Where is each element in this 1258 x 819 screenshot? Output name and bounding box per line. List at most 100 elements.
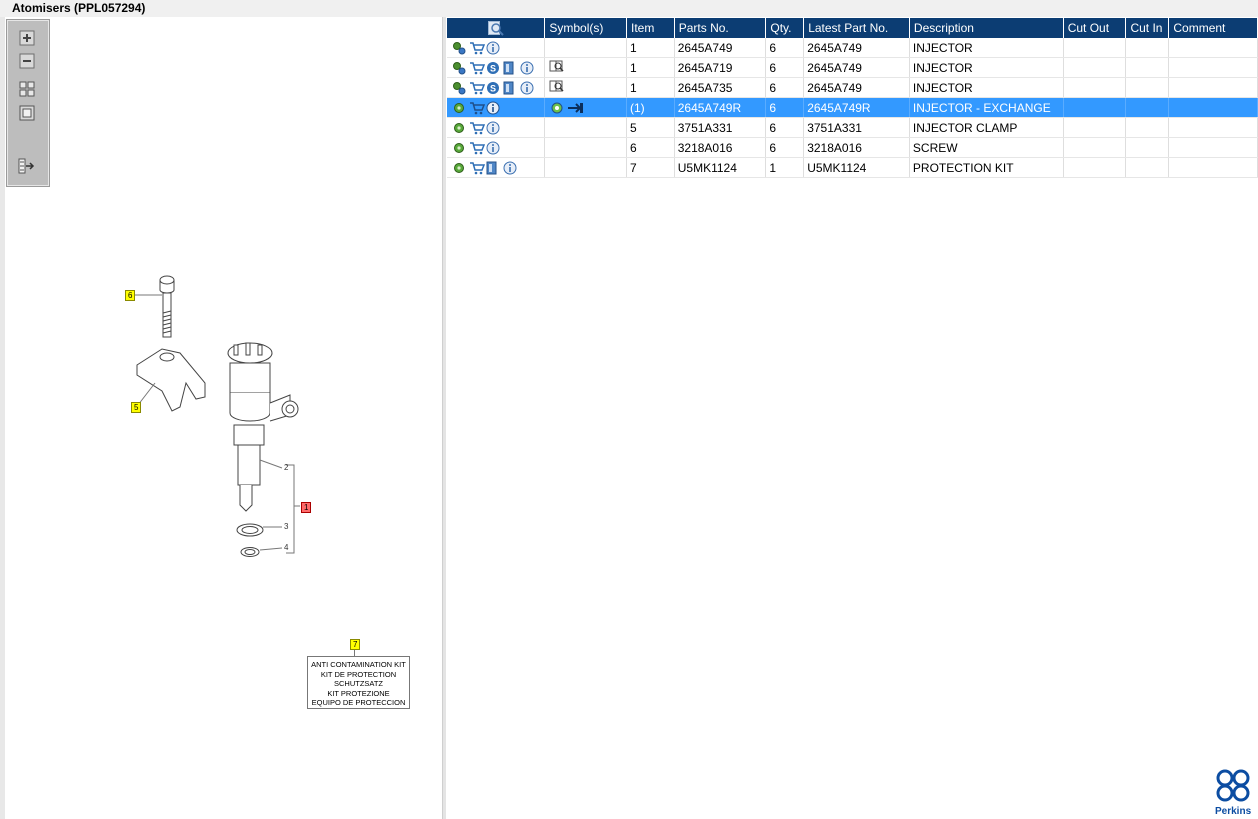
cell-qty: 6 <box>765 117 805 138</box>
header-search[interactable] <box>447 18 546 38</box>
header-cut-out[interactable]: Cut Out <box>1063 18 1127 38</box>
header-cut-in[interactable]: Cut In <box>1125 18 1170 38</box>
fit-all-button[interactable] <box>18 80 36 98</box>
gear-icon[interactable] <box>452 101 466 115</box>
cell-parts-no: 2645A749R <box>674 97 767 118</box>
table-row[interactable]: 7 U5MK1124 1 U5MK1124 PROTECTION KIT <box>447 157 1258 178</box>
supersession-s-icon[interactable]: S <box>486 61 500 75</box>
gear-icon[interactable] <box>452 141 466 155</box>
cell-parts-no: 2645A719 <box>674 57 767 78</box>
table-row[interactable]: 1 2645A749 6 2645A749 INJECTOR <box>447 38 1258 58</box>
cell-cut-out <box>1063 38 1127 58</box>
minus-icon <box>19 53 35 69</box>
cell-description: SCREW <box>909 137 1064 158</box>
callout-7[interactable]: 7 <box>350 639 361 650</box>
document-icon[interactable] <box>503 61 517 75</box>
cart-icon[interactable] <box>469 81 485 95</box>
cell-description: INJECTOR <box>909 77 1064 98</box>
diagram-label-3: 3 <box>284 522 289 531</box>
kit-label-line: KIT PROTEZIONE <box>327 688 390 698</box>
table-row-selected[interactable]: (1) 2645A749R 6 2645A749R INJECTOR - EXC… <box>447 97 1258 118</box>
gear-icon[interactable] <box>452 161 466 175</box>
zoom-out-button[interactable] <box>18 52 36 70</box>
info-icon[interactable] <box>520 61 534 75</box>
cell-parts-no: U5MK1124 <box>674 157 767 178</box>
cell-latest-part-no: 2645A749 <box>803 57 910 78</box>
cell-cut-in <box>1125 38 1170 58</box>
info-icon[interactable] <box>486 121 500 135</box>
header-description[interactable]: Description <box>909 18 1064 38</box>
kit-label-line: EQUIPO DE PROTECCION <box>311 698 406 708</box>
diagram-label-4: 4 <box>284 543 289 552</box>
window-titlebar: Atomisers (PPL057294) <box>0 0 1258 18</box>
gear-icon[interactable] <box>452 121 466 135</box>
kit-label-box: ANTI CONTAMINATION KIT KIT DE PROTECTION… <box>307 656 410 709</box>
cell-item: (1) <box>626 97 675 118</box>
gears-icon[interactable] <box>452 41 466 55</box>
svg-text:S: S <box>490 63 496 73</box>
info-icon[interactable] <box>486 41 500 55</box>
cell-latest-part-no: 2645A749 <box>803 77 910 98</box>
cell-description: INJECTOR - EXCHANGE <box>909 97 1064 118</box>
cell-latest-part-no: U5MK1124 <box>803 157 910 178</box>
info-icon[interactable] <box>486 101 500 115</box>
kit-label-line: SCHUTZSATZ <box>333 679 384 689</box>
grid-icon <box>19 81 35 97</box>
gears-icon[interactable] <box>452 61 466 75</box>
cart-icon[interactable] <box>469 161 485 175</box>
fit-window-button[interactable] <box>18 104 36 122</box>
header-item[interactable]: Item <box>626 18 675 38</box>
cell-description: INJECTOR <box>909 57 1064 78</box>
gears-icon[interactable] <box>452 81 466 95</box>
info-icon[interactable] <box>486 141 500 155</box>
header-symbols[interactable]: Symbol(s) <box>544 18 628 38</box>
cart-icon[interactable] <box>469 41 485 55</box>
table-row[interactable]: 5 3751A331 6 3751A331 INJECTOR CLAMP <box>447 117 1258 138</box>
header-comment[interactable]: Comment <box>1168 18 1258 38</box>
callout-1[interactable]: 1 <box>301 502 312 513</box>
book-search-icon[interactable] <box>549 59 564 73</box>
cell-latest-part-no: 3751A331 <box>803 117 910 138</box>
perkins-logo-text: Perkins <box>1215 806 1252 817</box>
cell-item: 5 <box>626 117 675 138</box>
export-button[interactable] <box>18 157 36 175</box>
cell-cut-in <box>1125 77 1170 98</box>
svg-text:S: S <box>490 83 496 93</box>
book-search-icon[interactable] <box>549 79 564 93</box>
cell-parts-no: 3218A016 <box>674 137 767 158</box>
document-icon[interactable] <box>486 161 500 175</box>
header-parts-no[interactable]: Parts No. <box>674 18 767 38</box>
cell-cut-out <box>1063 117 1127 138</box>
cell-cut-out <box>1063 77 1127 98</box>
export-icon <box>18 158 35 174</box>
cell-latest-part-no: 2645A749 <box>803 38 910 58</box>
cell-latest-part-no: 3218A016 <box>803 137 910 158</box>
exchange-gear-icon[interactable] <box>550 101 564 115</box>
zoom-in-button[interactable] <box>18 29 36 47</box>
info-icon[interactable] <box>503 161 517 175</box>
cell-qty: 1 <box>765 157 805 178</box>
square-icon <box>19 105 35 121</box>
header-qty[interactable]: Qty. <box>765 18 805 38</box>
cart-icon[interactable] <box>469 141 485 155</box>
exploded-diagram[interactable] <box>100 265 330 575</box>
callout-6[interactable]: 6 <box>125 290 136 301</box>
exchange-arrow-icon[interactable] <box>567 101 584 115</box>
callout-5[interactable]: 5 <box>131 402 142 413</box>
cart-icon[interactable] <box>469 121 485 135</box>
table-row[interactable]: S 1 2645A735 6 2645A749 INJECTOR <box>447 77 1258 98</box>
cell-qty: 6 <box>765 57 805 78</box>
cell-description: PROTECTION KIT <box>909 157 1064 178</box>
cart-icon[interactable] <box>469 61 485 75</box>
document-icon[interactable] <box>503 81 517 95</box>
cell-description: INJECTOR <box>909 38 1064 58</box>
cell-qty: 6 <box>765 97 805 118</box>
cell-comment <box>1168 38 1258 58</box>
cart-icon[interactable] <box>469 101 485 115</box>
table-header-row: Symbol(s) Item Parts No. Qty. Latest Par… <box>447 18 1258 38</box>
header-latest-part-no[interactable]: Latest Part No. <box>803 18 910 38</box>
table-row[interactable]: S 1 2645A719 6 2645A749 INJECTOR <box>447 57 1258 78</box>
supersession-s-icon[interactable]: S <box>486 81 500 95</box>
info-icon[interactable] <box>520 81 534 95</box>
table-row[interactable]: 6 3218A016 6 3218A016 SCREW <box>447 137 1258 158</box>
